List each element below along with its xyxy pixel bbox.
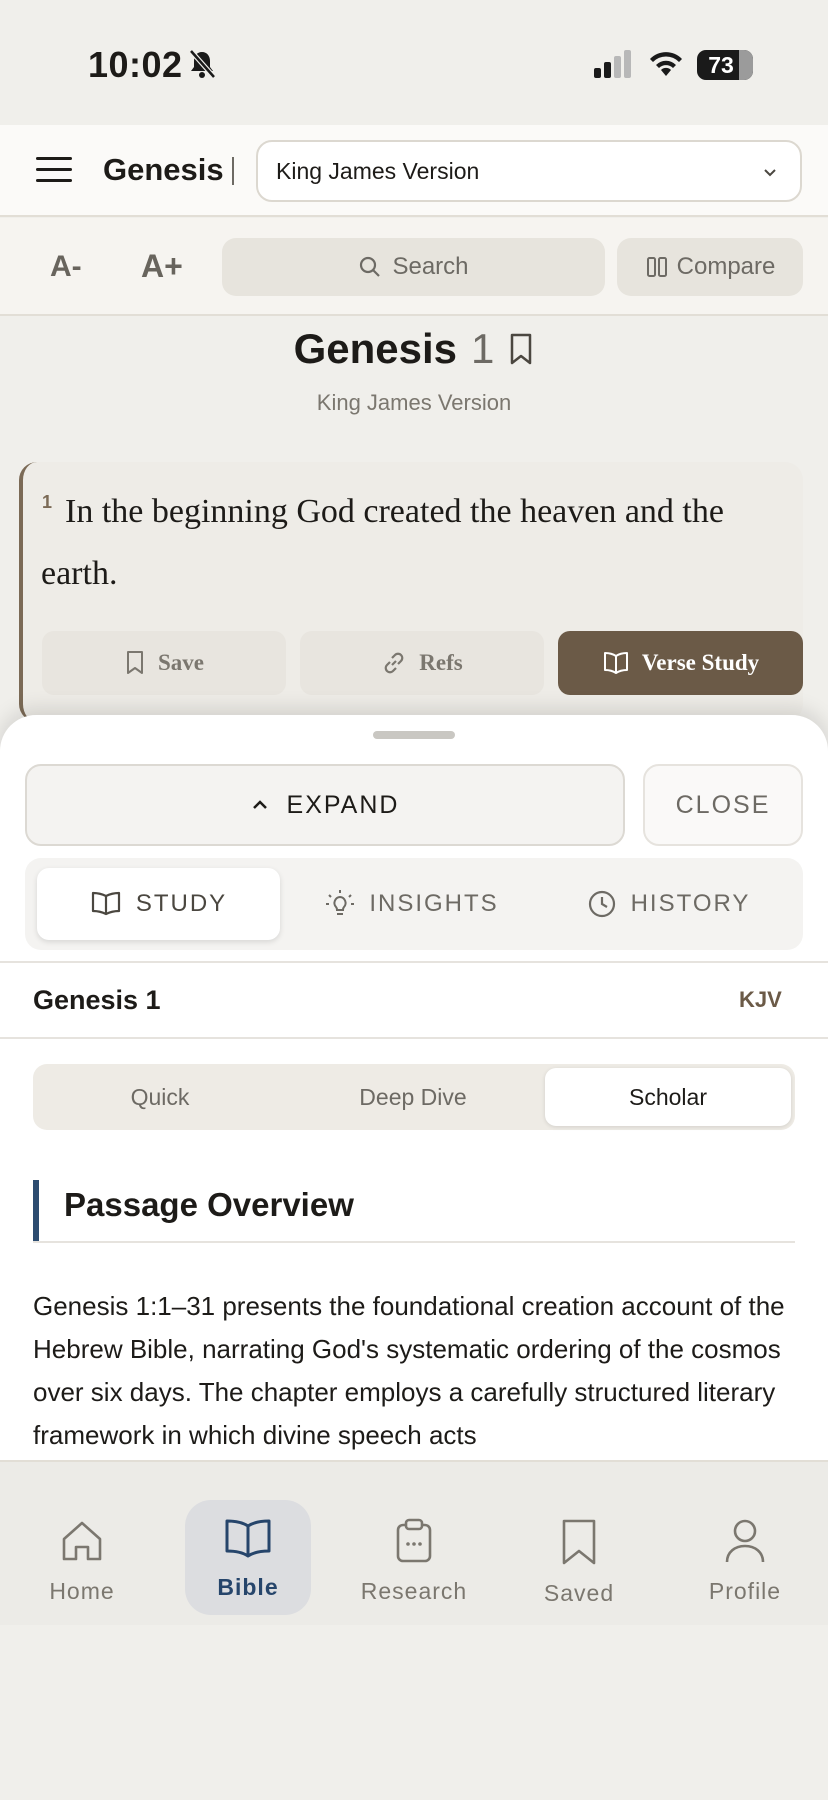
refs-button[interactable]: Refs: [300, 631, 544, 695]
chapter-number: 1: [471, 325, 495, 372]
expand-label: EXPAND: [286, 790, 400, 819]
tab-study[interactable]: STUDY: [37, 868, 280, 940]
chevron-up-icon: [252, 800, 267, 809]
save-verse-button[interactable]: Save: [42, 631, 286, 695]
font-increase-button[interactable]: A+: [141, 248, 183, 285]
tab-study-label: STUDY: [135, 890, 228, 917]
overview-text: Genesis 1:1–31 presents the foundational…: [33, 1291, 785, 1450]
home-icon: [62, 1521, 102, 1561]
open-book-icon: [225, 1519, 271, 1558]
overview-heading: Passage Overview: [64, 1186, 354, 1223]
nav-bible[interactable]: Bible: [185, 1500, 311, 1615]
font-decrease-button[interactable]: A-: [50, 250, 82, 284]
nav-research[interactable]: Research: [351, 1500, 477, 1615]
close-button[interactable]: CLOSE: [643, 764, 803, 846]
search-label: Search: [392, 253, 469, 280]
passage-version: KJV: [739, 987, 782, 1012]
status-time: 10:02: [88, 44, 183, 85]
version-select[interactable]: King James Version: [256, 140, 802, 202]
save-label: Save: [158, 650, 204, 675]
clipboard-icon: [396, 1518, 432, 1563]
compare-label: Compare: [676, 253, 776, 280]
tab-insights[interactable]: INSIGHTS: [290, 868, 534, 940]
nav-profile-label: Profile: [708, 1578, 782, 1604]
passage-reference: Genesis 1: [33, 985, 161, 1015]
mode-quick[interactable]: Quick: [37, 1068, 283, 1126]
tab-history-label: HISTORY: [630, 890, 751, 917]
clock-icon: [588, 890, 615, 918]
tab-history[interactable]: HISTORY: [544, 868, 793, 940]
version-select-value: King James Version: [276, 157, 480, 184]
verse-study-label: Verse Study: [641, 650, 760, 675]
nav-profile[interactable]: Profile: [682, 1500, 808, 1615]
nav-saved[interactable]: Saved: [516, 1500, 642, 1615]
lightbulb-icon: [326, 890, 355, 915]
tab-insights-label: INSIGHTS: [369, 890, 499, 917]
bell-muted-icon: [188, 49, 216, 84]
chapter-heading: Genesis 1: [0, 325, 828, 373]
nav-home-label: Home: [49, 1578, 115, 1604]
chapter-book-name: Genesis: [293, 325, 458, 372]
bookmark-icon: [562, 1519, 596, 1565]
columns-icon: [646, 257, 667, 277]
divider: [0, 961, 828, 963]
refs-label: Refs: [419, 650, 463, 675]
verse-text: In the beginning God created the heaven …: [41, 493, 724, 592]
section-accent-bar: [33, 1180, 39, 1242]
chevron-down-icon: [764, 169, 776, 177]
mode-deep-dive[interactable]: Deep Dive: [290, 1068, 536, 1126]
divider: [0, 1037, 828, 1039]
compare-button[interactable]: Compare: [617, 238, 803, 296]
verse-study-button[interactable]: Verse Study: [558, 631, 803, 695]
battery-level: 73: [708, 51, 734, 78]
header-chapter-marker: [232, 157, 234, 185]
wifi-icon: [647, 48, 685, 83]
user-icon: [725, 1519, 765, 1563]
link-icon: [384, 652, 404, 674]
bookmark-icon[interactable]: [508, 332, 534, 366]
sheet-drag-handle[interactable]: [373, 731, 455, 739]
nav-bible-label: Bible: [217, 1574, 279, 1600]
bookmark-icon: [127, 651, 143, 674]
battery-indicator: 73: [697, 50, 753, 80]
hamburger-menu-icon[interactable]: [36, 156, 72, 189]
cellular-signal-icon: [594, 50, 634, 83]
mode-scholar[interactable]: Scholar: [545, 1068, 791, 1126]
nav-research-label: Research: [360, 1578, 468, 1604]
search-icon: [360, 256, 381, 277]
divider: [33, 1241, 795, 1243]
expand-button[interactable]: EXPAND: [25, 764, 625, 846]
search-button[interactable]: Search: [222, 238, 605, 296]
header-book-title[interactable]: Genesis: [103, 152, 224, 188]
nav-saved-label: Saved: [543, 1580, 615, 1606]
open-book-icon: [603, 652, 628, 674]
chapter-version: King James Version: [316, 390, 512, 415]
open-book-icon: [91, 891, 120, 916]
nav-home[interactable]: Home: [19, 1500, 145, 1615]
